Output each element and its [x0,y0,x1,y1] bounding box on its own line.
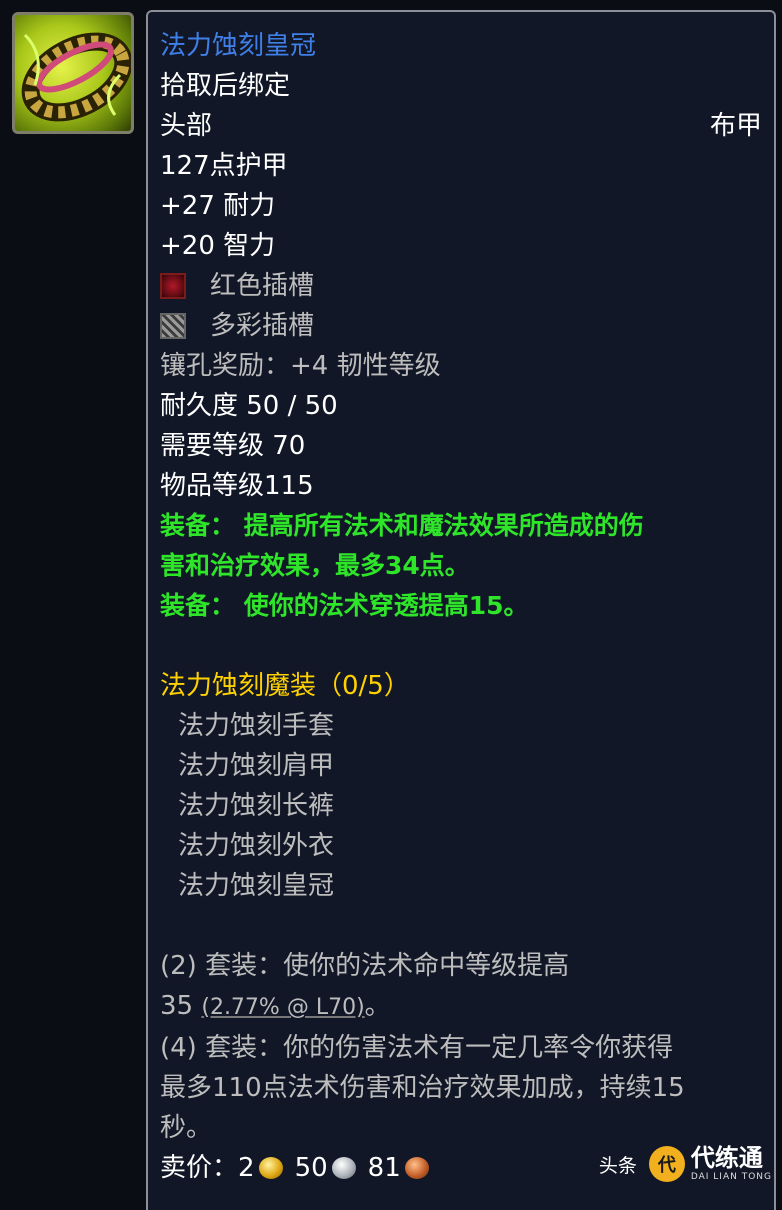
set-bonus-2-end: 。 [364,991,391,1021]
gold-coin-icon [258,1157,283,1179]
armor-value: 127点护甲 [160,151,288,181]
binding-text: 拾取后绑定 [160,71,291,101]
prismatic-socket-icon [160,313,186,339]
socket-prismatic-label: 多彩插槽 [210,311,315,341]
set-bonus-4-line2: 最多110点法术伤害和治疗效果加成，持续15 [160,1073,685,1103]
socket-bonus: 镶孔奖励：+4 韧性等级 [160,351,441,381]
silver-coin-icon [331,1157,356,1179]
stat-intellect: +20 智力 [160,231,276,261]
watermark-sub: DAI LIAN TONG [690,1172,772,1182]
socket-red-label: 红色插槽 [210,271,315,301]
brand-logo-icon: 代 [648,1146,685,1182]
watermark-brand-block: 代练通 DAI LIAN TONG [691,1146,772,1182]
watermark: 头条 代 代练通 DAI LIAN TONG [599,1142,772,1186]
set-bonus-2: (2) 套装：使你的法术命中等级提高 [160,951,570,981]
copper-coin-icon [404,1157,429,1179]
durability-text: 耐久度 50 / 50 [160,391,338,421]
set-piece-gloves: 法力蚀刻手套 [178,711,335,741]
set-piece-shoulders: 法力蚀刻肩甲 [178,751,335,781]
set-bonus-4-line1: (4) 套装：你的伤害法术有一定几率令你获得 [160,1033,674,1063]
item-tooltip: 法力蚀刻皇冠 拾取后绑定 头部 布甲 127点护甲 +27 耐力 +20 智力 … [146,10,776,1210]
sell-copper: 81 [367,1153,401,1183]
set-bonus-2-value: 35 [160,991,194,1021]
armor-type-text: 布甲 [709,111,762,141]
red-socket-icon [160,273,186,299]
item-level: 物品等级115 [160,471,314,501]
stat-stamina: +27 耐力 [160,191,276,221]
watermark-brand: 代练通 [690,1144,763,1172]
sell-silver: 50 [294,1153,328,1183]
socket-red[interactable]: 红色插槽 [160,266,762,306]
item-name: 法力蚀刻皇冠 [160,31,317,61]
socket-prismatic[interactable]: 多彩插槽 [160,306,762,346]
equip-effect-spell-power-cont: 害和治疗效果，最多34点。 [160,551,470,580]
set-bonus-2-note[interactable]: (2.77% @ L70) [201,995,364,1020]
sell-gold: 2 [238,1153,255,1183]
slot-text: 头部 [160,111,213,141]
set-piece-crown: 法力蚀刻皇冠 [178,871,335,901]
circlet-item-icon[interactable] [12,12,134,134]
set-bonus-2-value-line: 35 (2.77% @ L70)。 [160,986,762,1028]
sell-label: 卖价： [160,1153,239,1183]
equip-effect-spell-power: 装备： 提高所有法术和魔法效果所造成的伤 [160,511,644,540]
watermark-source: 头条 [598,1154,637,1177]
set-piece-robe: 法力蚀刻外衣 [178,831,335,861]
set-piece-pants: 法力蚀刻长裤 [178,791,335,821]
set-name[interactable]: 法力蚀刻魔装（0/5） [160,666,762,706]
slot-row: 头部 布甲 [160,106,762,146]
equip-effect-spell-pen: 装备： 使你的法术穿透提高15。 [160,591,529,620]
required-level: 需要等级 70 [160,431,306,461]
